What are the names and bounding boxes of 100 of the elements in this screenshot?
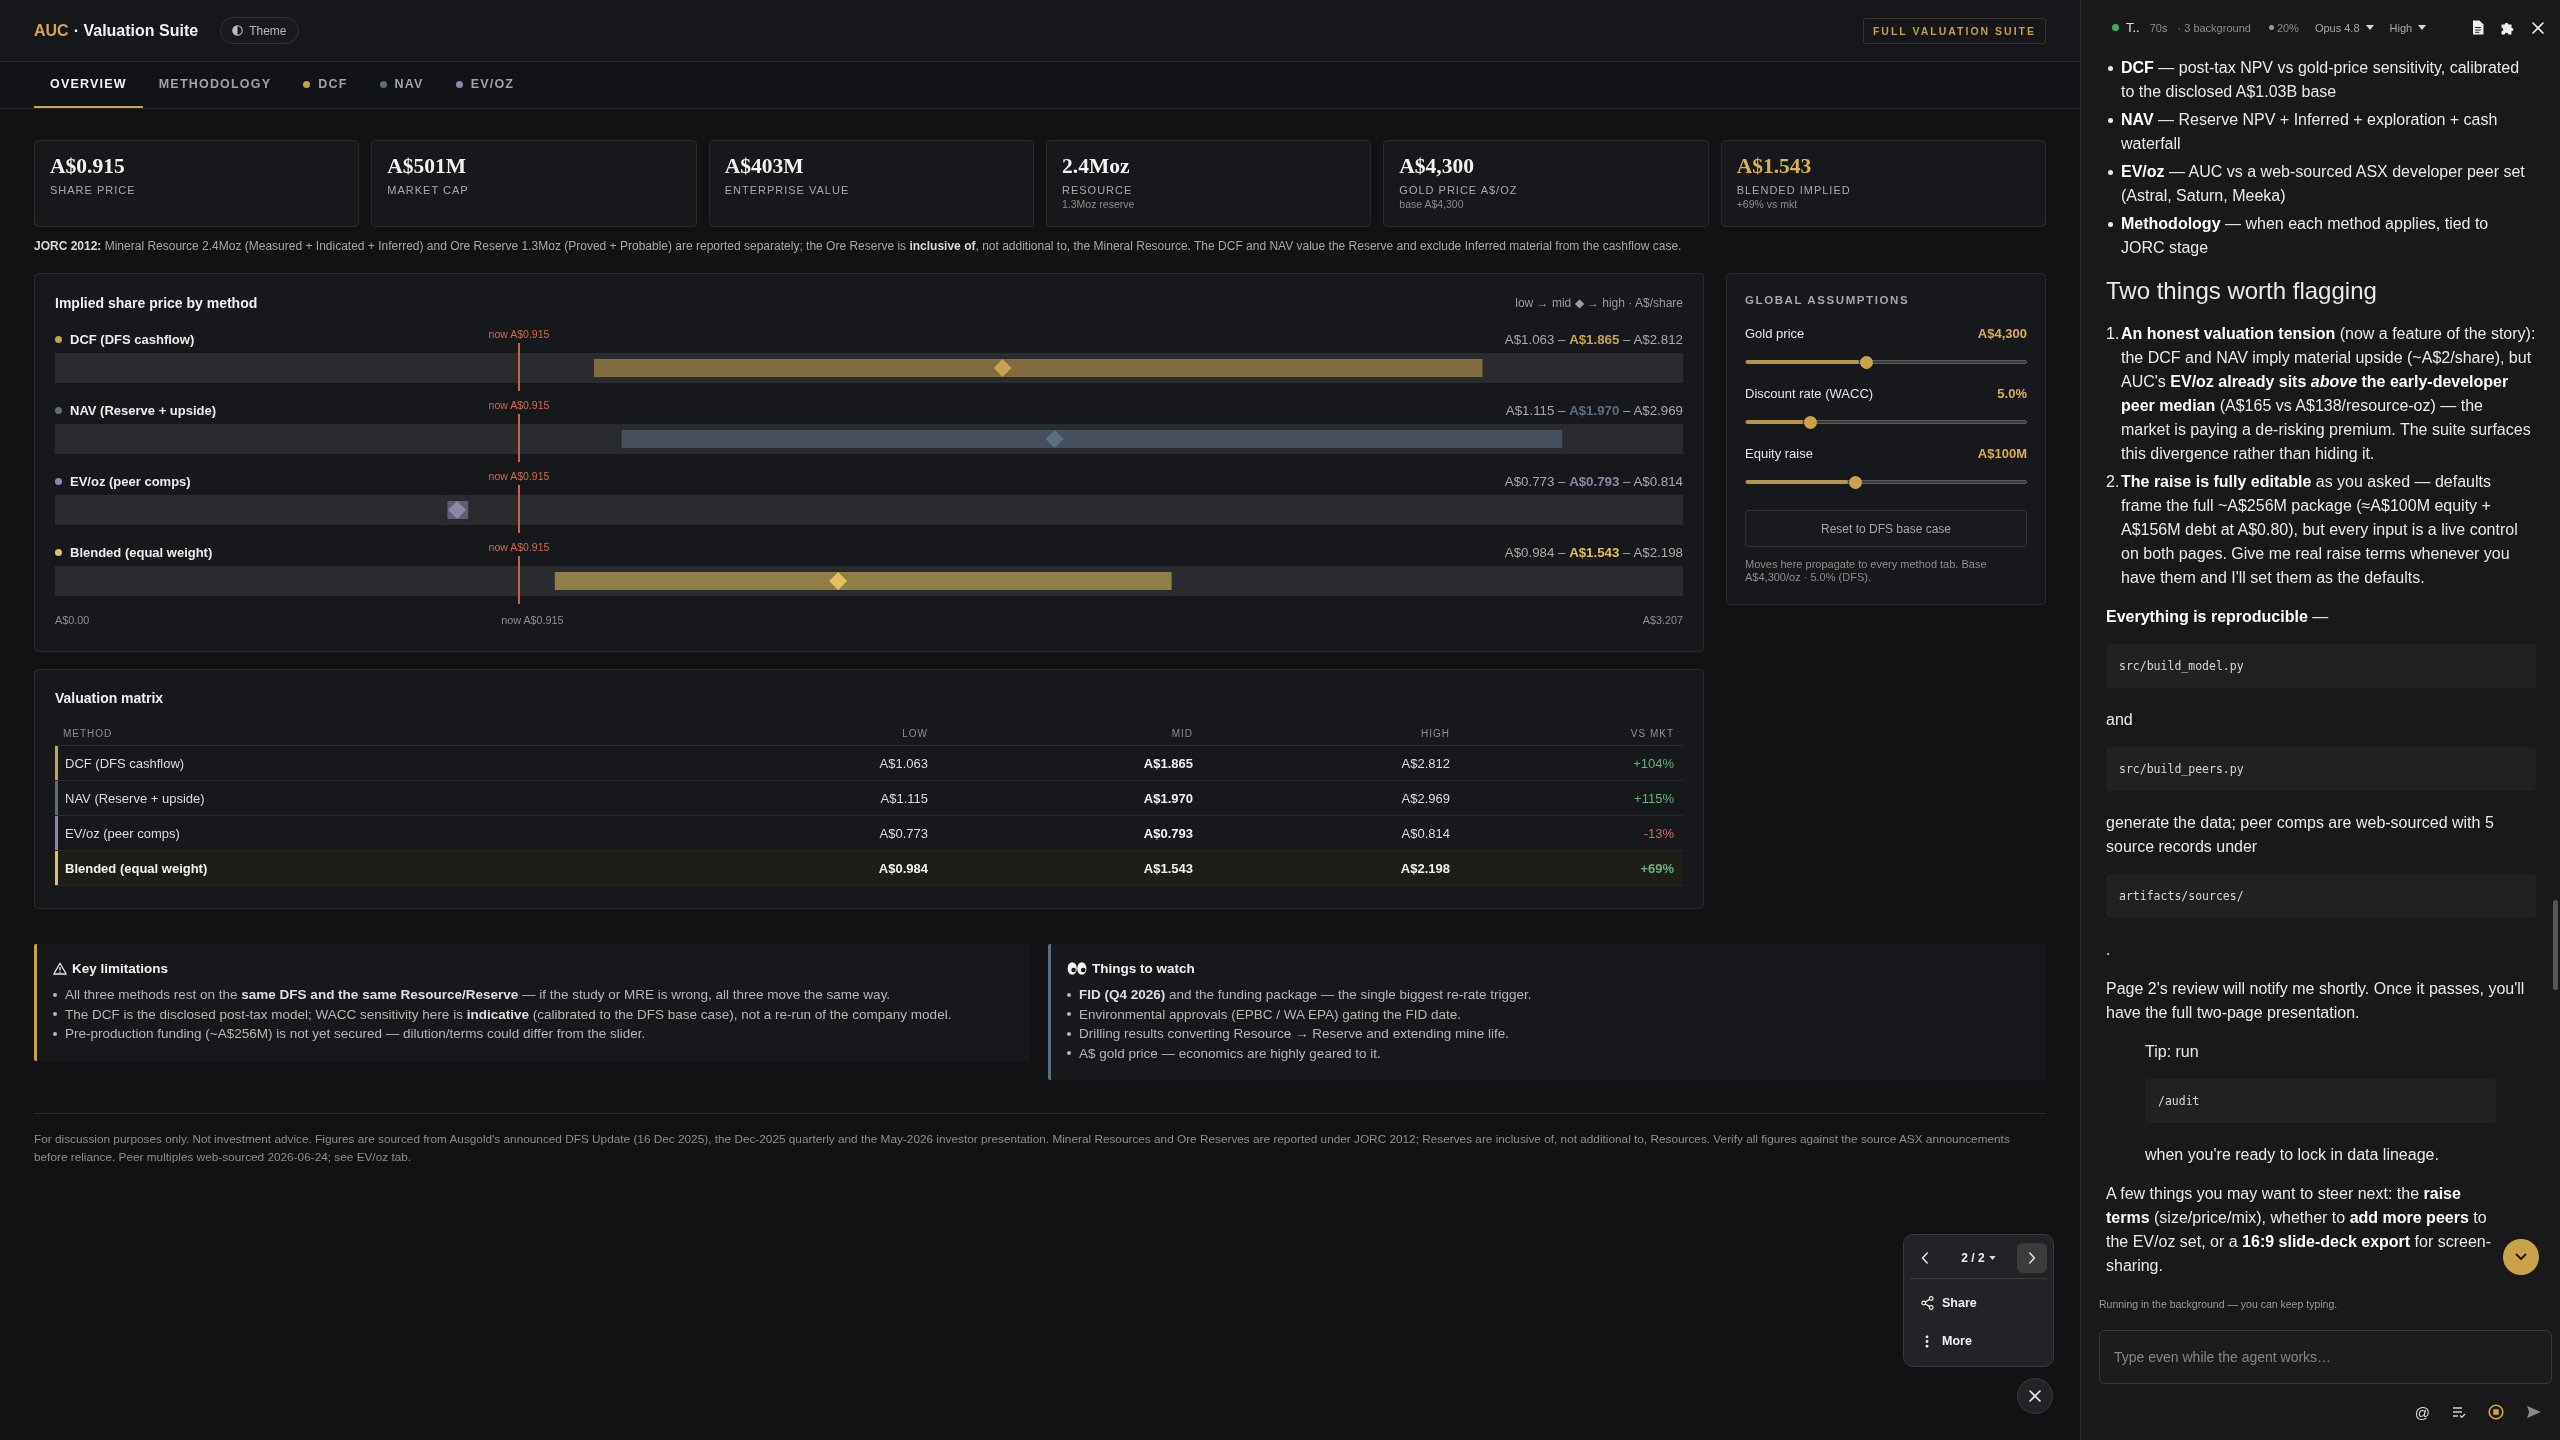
message-text: . bbox=[2106, 940, 2112, 960]
slider-value: A$100M bbox=[1977, 445, 2027, 461]
table-cell-text: A$2.812 bbox=[1400, 755, 1450, 771]
chevron-left-icon bbox=[1921, 1251, 1929, 1264]
eyes-icon bbox=[1067, 961, 1087, 975]
tab[interactable]: METHODOLOGY bbox=[142, 62, 288, 108]
axis-label: A$0.00 bbox=[55, 614, 90, 626]
note-text: JORC 2012: Mineral Resource 2.4Moz (Measured + Indicated + Inferred) and Ore Reserve 1.3Moz (Proved + Probable) are reported separately; the Ore Reserve is inclusive of, not additional to, the Mineral Resource. The DCF and NAV value the Reserve and exclude Inferred material from the cashflow case. bbox=[34, 238, 1683, 254]
chart-title: Implied share price by method bbox=[55, 295, 258, 311]
bullet-icon bbox=[53, 1012, 57, 1017]
table-cell: DCF (DFS cashflow) bbox=[65, 755, 185, 771]
stat-note: 1.3Moz reserve bbox=[1062, 198, 1136, 210]
code-block: artifacts/sources/ bbox=[2106, 874, 2536, 918]
table-cell-text: A$2.969 bbox=[1400, 790, 1450, 806]
send-icon[interactable] bbox=[2526, 1405, 2542, 1419]
bullet-icon bbox=[2108, 118, 2113, 123]
reference-label: now A$0.915 bbox=[488, 470, 550, 482]
method-label: DCF (DFS cashflow) bbox=[70, 331, 195, 347]
message-input[interactable]: Type even while the agent works… bbox=[2099, 1330, 2552, 1384]
document-icon[interactable] bbox=[2472, 20, 2484, 35]
table-cell-text: A$0.814 bbox=[1400, 825, 1450, 841]
close-icon[interactable] bbox=[2532, 21, 2544, 34]
theme-button[interactable]: Theme bbox=[220, 17, 299, 44]
reference-label: now A$0.915 bbox=[488, 541, 550, 553]
tab[interactable]: DCF bbox=[287, 62, 364, 108]
message-text: A few things you may want to steer next: the raise terms (size/price/mix), whether to add more peers to the EV/oz set, or a 16:9 slide-deck export for screen-sharing. bbox=[2106, 1184, 2493, 1276]
page-selector[interactable]: 2 / 2 bbox=[1961, 1250, 1996, 1265]
more-icon bbox=[1925, 1334, 1929, 1348]
slider-thumb[interactable] bbox=[1848, 475, 1862, 489]
checklist-icon[interactable] bbox=[2452, 1406, 2466, 1418]
elapsed-time: 70s bbox=[2149, 21, 2168, 34]
reset-button[interactable]: Reset to DFS base case bbox=[1745, 510, 2027, 547]
bullet-icon bbox=[1067, 992, 1071, 997]
table-cell-text: A$1.063 bbox=[878, 755, 928, 771]
code-block: src/build_model.py bbox=[2106, 644, 2536, 688]
message-text: Everything is reproducible — bbox=[2106, 607, 2330, 627]
list-item-text: NAV — Reserve NPV + Inferred + exploration + cash waterfall bbox=[2121, 110, 2499, 154]
range-text: A$0.773 – A$0.793 – A$0.814 bbox=[1504, 473, 1683, 489]
contrast-icon bbox=[232, 25, 244, 36]
tab[interactable]: OVERVIEW bbox=[34, 62, 143, 108]
table-cell-text: A$0.773 bbox=[878, 825, 928, 841]
task-title: T.. bbox=[2126, 20, 2140, 35]
close-button[interactable] bbox=[2017, 1378, 2053, 1414]
more-button[interactable]: More bbox=[1910, 1322, 2047, 1360]
stat-value: A$0.915 bbox=[50, 154, 126, 179]
method-label: Blended (equal weight) bbox=[70, 544, 213, 560]
caret-icon bbox=[2418, 25, 2427, 30]
message-text: and bbox=[2106, 710, 2134, 730]
scrollbar-thumb[interactable] bbox=[2553, 900, 2558, 990]
message-text: when you're ready to lock in data lineage. bbox=[2145, 1145, 2440, 1165]
chevron-right-icon bbox=[2028, 1251, 2036, 1264]
stat-label: MARKET CAP bbox=[387, 184, 470, 196]
table-cell-text: A$1.970 bbox=[1142, 790, 1193, 806]
message-text: Page 2's review will notify me shortly. Once it passes, you'll have the full two-page presentation. bbox=[2106, 979, 2526, 1023]
table-cell-text: A$0.984 bbox=[877, 860, 928, 876]
column-header: MID bbox=[1170, 727, 1193, 739]
list-item-text: DCF — post-tax NPV vs gold-price sensitivity, calibrated to the disclosed A$1.03B base bbox=[2121, 58, 2521, 102]
tab[interactable]: EV/OZ bbox=[439, 62, 531, 108]
slider-label: Equity raise bbox=[1745, 445, 1813, 461]
tab[interactable]: NAV bbox=[363, 62, 440, 108]
stat-label: ENTERPRISE VALUE bbox=[724, 184, 851, 196]
axis-label: A$3.207 bbox=[1642, 614, 1683, 626]
stat-label: RESOURCE bbox=[1062, 184, 1134, 196]
scroll-down-button[interactable] bbox=[2503, 1239, 2539, 1275]
slider-thumb[interactable] bbox=[1859, 355, 1873, 369]
reference-label: now A$0.915 bbox=[488, 399, 550, 411]
stat-label: GOLD PRICE A$/OZ bbox=[1399, 184, 1519, 196]
list-item-text: Pre-production funding (~A$256M) is not yet secured — dilution/terms could differ from the slider. bbox=[65, 1025, 646, 1043]
bullet-icon bbox=[2108, 170, 2113, 175]
bullet-icon bbox=[2108, 222, 2113, 227]
slider-label: Gold price bbox=[1745, 325, 1805, 341]
axis-label: now A$0.915 bbox=[501, 614, 564, 626]
list-number: 2. bbox=[2106, 472, 2121, 492]
bullet-icon bbox=[1067, 1051, 1071, 1056]
stat-note: +69% vs mkt bbox=[1736, 198, 1799, 210]
table-cell: EV/oz (peer comps) bbox=[65, 825, 180, 841]
slider-thumb[interactable] bbox=[1803, 415, 1817, 429]
range-text: A$1.115 – A$1.970 – A$2.969 bbox=[1505, 402, 1683, 418]
stat-value: A$4,300 bbox=[1399, 154, 1475, 179]
message-text: Tip: run bbox=[2145, 1042, 2200, 1062]
bullet-icon bbox=[1067, 1031, 1071, 1036]
share-icon bbox=[1920, 1296, 1934, 1310]
mention-button[interactable]: @ bbox=[2414, 1403, 2430, 1421]
bullet-icon bbox=[2108, 66, 2113, 71]
table-cell: Blended (equal weight) bbox=[65, 860, 208, 876]
stop-icon[interactable] bbox=[2488, 1404, 2504, 1420]
brand-name: AUC bbox=[34, 21, 69, 40]
code-block: src/build_peers.py bbox=[2106, 747, 2536, 791]
list-item-text: The raise is fully editable as you asked — defaults frame the full ~A$256M package (≈A$100M equity + A$156M debt at A$0.80), but every input is a live control on both pages. Give me real raise terms whenever you have them and I'll set them as the defaults. bbox=[2121, 472, 2519, 588]
list-item-text: FID (Q4 2026) and the funding package — the single biggest re-rate trigger. bbox=[1079, 986, 1532, 1004]
stat-value: 2.4Moz bbox=[1062, 154, 1131, 179]
model-selector[interactable]: Opus 4.8 bbox=[2314, 21, 2374, 34]
stat-label: SHARE PRICE bbox=[50, 184, 137, 196]
panel-title: GLOBAL ASSUMPTIONS bbox=[1745, 293, 1911, 307]
context-usage: 20% bbox=[2276, 21, 2299, 34]
stat-value: A$1.543 bbox=[1736, 154, 1813, 179]
table-cell-text: A$0.793 bbox=[1142, 825, 1193, 841]
effort-selector[interactable]: High bbox=[2389, 21, 2427, 34]
next-button[interactable] bbox=[2017, 1242, 2047, 1273]
share-button[interactable]: Share bbox=[1910, 1284, 2047, 1322]
